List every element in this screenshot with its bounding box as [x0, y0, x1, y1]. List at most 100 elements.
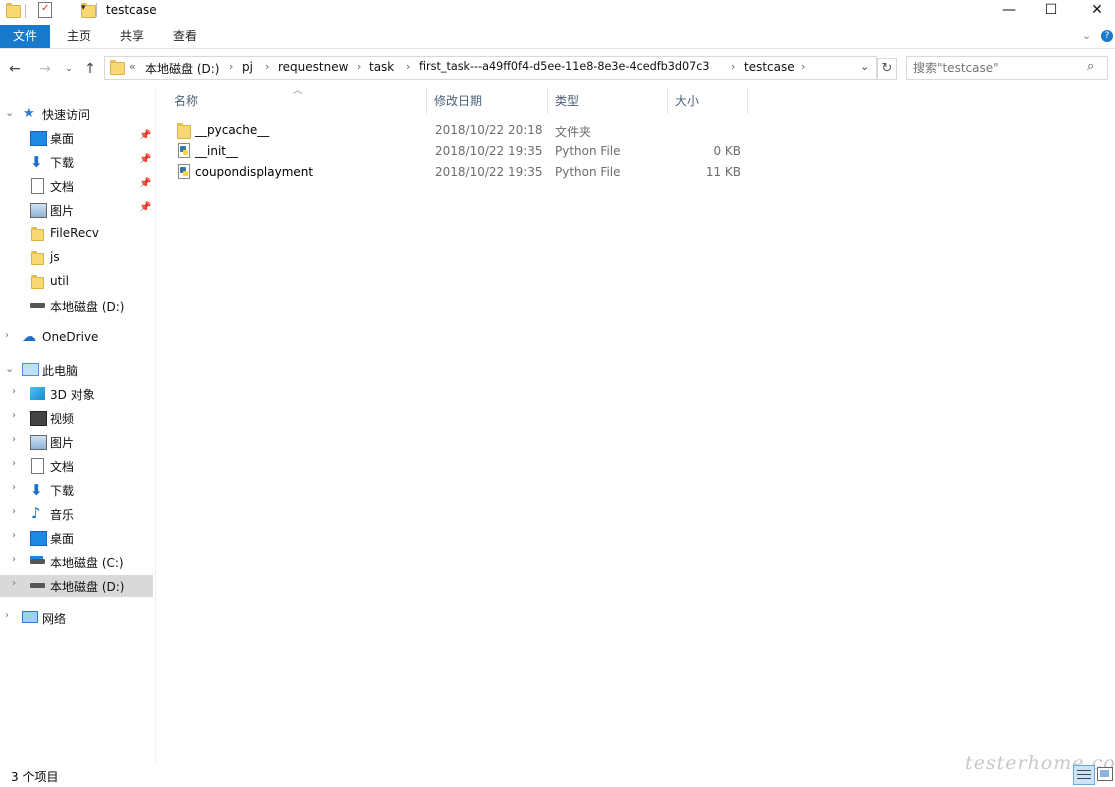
- picture-icon: [30, 435, 47, 450]
- chevron-right-icon[interactable]: ›: [12, 386, 16, 397]
- tab-home[interactable]: 主页: [55, 25, 103, 48]
- sidebar-item-3d-objects[interactable]: › 3D 对象: [0, 383, 153, 405]
- column-header-size[interactable]: 大小: [669, 88, 748, 114]
- sidebar-item-label: util: [50, 274, 69, 288]
- file-date: 2018/10/22 19:35: [435, 165, 543, 179]
- chevron-right-icon[interactable]: ›: [12, 458, 16, 469]
- divider: [96, 3, 97, 17]
- search-icon[interactable]: ⌕: [1087, 59, 1094, 74]
- sidebar-item-label: 文档: [50, 460, 75, 474]
- details-view-icon[interactable]: [1073, 765, 1095, 785]
- sidebar-item-pictures-pc[interactable]: › 图片: [0, 431, 153, 453]
- sidebar-item-drive-d[interactable]: › 本地磁盘 (D:): [0, 575, 153, 597]
- pin-icon[interactable]: 📌: [139, 154, 151, 165]
- title-bar: ✓ ▾ testcase — ☐ ✕: [0, 0, 1115, 22]
- sidebar-item-downloads-pc[interactable]: › ⬇ 下载: [0, 479, 153, 501]
- sidebar-item-documents[interactable]: 文档 📌: [0, 175, 153, 197]
- chevron-right-icon[interactable]: ›: [12, 410, 16, 421]
- sidebar-item-drive-c[interactable]: › 本地磁盘 (C:): [0, 551, 153, 573]
- address-bar[interactable]: « 本地磁盘 (D:) › pj › requestnew › task › f…: [104, 56, 877, 80]
- chevron-right-icon[interactable]: ›: [12, 482, 16, 493]
- chevron-right-icon[interactable]: ›: [5, 330, 9, 341]
- chevron-down-icon[interactable]: ⌄: [1082, 29, 1091, 42]
- sidebar-item-network[interactable]: › 网络: [0, 607, 153, 629]
- ribbon: 文件 主页 共享 查看 ⌄ ?: [0, 25, 1115, 49]
- sidebar-item-documents-pc[interactable]: › 文档: [0, 455, 153, 477]
- address-dropdown-icon[interactable]: ⌄: [860, 60, 869, 73]
- sidebar-item-label: 3D 对象: [50, 388, 95, 402]
- desktop-icon: [30, 131, 47, 146]
- item-count: 3 个项目: [11, 770, 59, 784]
- chevron-right-icon[interactable]: ›: [731, 60, 735, 73]
- sidebar-item-this-pc[interactable]: ⌄ 此电脑: [0, 359, 153, 381]
- sidebar-item-onedrive[interactable]: › ☁ OneDrive: [0, 327, 153, 349]
- column-header-type[interactable]: 类型: [549, 88, 668, 114]
- pin-icon[interactable]: 📌: [139, 202, 151, 213]
- sidebar-item-desktop-pc[interactable]: › 桌面: [0, 527, 153, 549]
- breadcrumb-drive-d[interactable]: 本地磁盘 (D:): [145, 60, 219, 77]
- up-arrow-icon[interactable]: ↑: [81, 60, 99, 78]
- table-row[interactable]: coupondisplayment 2018/10/22 19:35 Pytho…: [160, 162, 750, 183]
- sidebar-item-music[interactable]: › ♪ 音乐: [0, 503, 153, 525]
- recent-locations-icon[interactable]: ⌄: [60, 60, 78, 78]
- tab-view[interactable]: 查看: [161, 25, 209, 48]
- table-row[interactable]: __init__ 2018/10/22 19:35 Python File 0 …: [160, 141, 750, 162]
- chevron-right-icon[interactable]: ›: [12, 506, 16, 517]
- sidebar-item-desktop[interactable]: 桌面 📌: [0, 127, 153, 149]
- sidebar-item-label: 本地磁盘 (D:): [50, 300, 125, 314]
- pin-icon[interactable]: 📌: [139, 178, 151, 189]
- chevron-down-icon[interactable]: ⌄: [5, 106, 14, 119]
- chevron-right-icon[interactable]: ›: [406, 60, 410, 73]
- large-icons-view-icon[interactable]: [1097, 767, 1113, 781]
- breadcrumb-task[interactable]: task: [369, 60, 394, 74]
- properties-icon[interactable]: ✓: [38, 2, 52, 18]
- sidebar-item-util[interactable]: util: [0, 271, 153, 293]
- pin-icon[interactable]: 📌: [139, 130, 151, 141]
- breadcrumb-testcase[interactable]: testcase: [744, 60, 795, 74]
- sidebar-item-quick-access[interactable]: ⌄ ★ 快速访问: [0, 103, 153, 125]
- tab-file[interactable]: 文件: [0, 25, 50, 48]
- maximize-button[interactable]: ☐: [1028, 0, 1074, 20]
- minimize-button[interactable]: —: [986, 0, 1032, 20]
- tab-share[interactable]: 共享: [108, 25, 156, 48]
- breadcrumb-requestnew[interactable]: requestnew: [278, 60, 348, 74]
- breadcrumb-pj[interactable]: pj: [242, 60, 253, 74]
- chevron-right-icon[interactable]: ›: [12, 434, 16, 445]
- back-arrow-icon[interactable]: ←: [6, 60, 24, 78]
- chevron-right-icon[interactable]: ›: [12, 578, 16, 589]
- refresh-icon[interactable]: ↻: [877, 58, 897, 80]
- sidebar-item-label: 下载: [50, 484, 75, 498]
- sidebar-item-drive-d-quick[interactable]: 本地磁盘 (D:): [0, 295, 153, 317]
- sidebar-item-label: 此电脑: [42, 364, 79, 378]
- sidebar-item-downloads[interactable]: ⬇ 下载 📌: [0, 151, 153, 173]
- chevron-right-icon[interactable]: ›: [229, 60, 233, 73]
- column-header-date[interactable]: 修改日期: [428, 88, 548, 114]
- overflow-crumbs[interactable]: «: [129, 60, 136, 73]
- divider: [25, 4, 26, 18]
- file-size: 0 KB: [713, 144, 741, 158]
- help-icon[interactable]: ?: [1101, 30, 1113, 42]
- sidebar-item-videos[interactable]: › 视频: [0, 407, 153, 429]
- breadcrumb-first-task[interactable]: first_task---a49ff0f4-d5ee-11e8-8e3e-4ce…: [419, 60, 709, 73]
- customize-quick-access-icon[interactable]: ▾: [81, 3, 86, 13]
- close-button[interactable]: ✕: [1074, 0, 1115, 20]
- chevron-right-icon[interactable]: ›: [5, 610, 9, 621]
- picture-icon: [30, 203, 47, 218]
- table-row[interactable]: __pycache__ 2018/10/22 20:18 文件夹: [160, 120, 750, 141]
- drive-icon: [30, 303, 45, 308]
- forward-arrow-icon[interactable]: →: [36, 60, 54, 78]
- video-icon: [30, 411, 47, 426]
- file-type: Python File: [555, 165, 621, 179]
- chevron-right-icon[interactable]: ›: [12, 530, 16, 541]
- chevron-right-icon[interactable]: ›: [265, 60, 269, 73]
- sidebar-item-pictures[interactable]: 图片 📌: [0, 199, 153, 221]
- chevron-right-icon[interactable]: ›: [357, 60, 361, 73]
- chevron-right-icon[interactable]: ›: [12, 554, 16, 565]
- sidebar-item-filerecv[interactable]: FileRecv: [0, 223, 153, 245]
- search-box[interactable]: ⌕: [906, 56, 1108, 80]
- chevron-down-icon[interactable]: ⌄: [5, 362, 14, 375]
- sidebar-item-js[interactable]: js: [0, 247, 153, 269]
- column-header-name[interactable]: 名称: [160, 88, 427, 114]
- search-input[interactable]: [911, 59, 1085, 77]
- chevron-right-icon[interactable]: ›: [801, 60, 805, 73]
